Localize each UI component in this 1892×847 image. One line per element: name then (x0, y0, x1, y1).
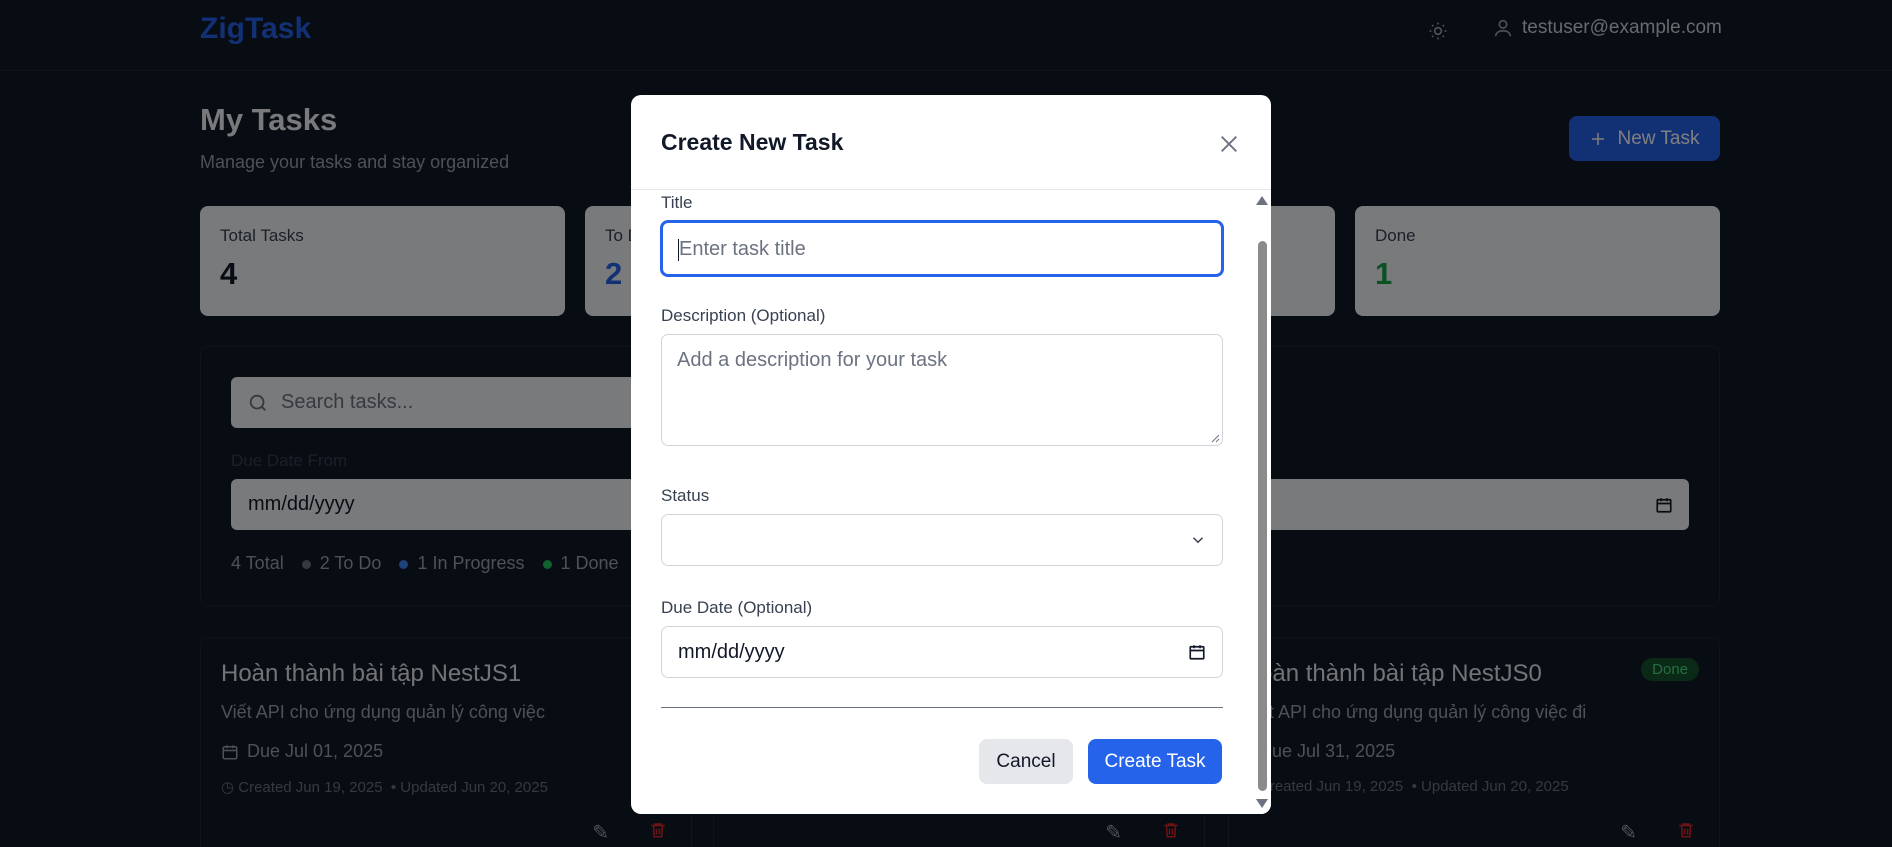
due-date-placeholder: mm/dd/yyyy (678, 640, 785, 663)
chevron-down-icon (1192, 537, 1204, 544)
resize-handle-icon[interactable] (1210, 433, 1220, 443)
due-date-input[interactable]: mm/dd/yyyy (661, 626, 1223, 678)
status-label: Status (661, 486, 710, 505)
cancel-button[interactable]: Cancel (979, 739, 1073, 784)
title-label: Title (661, 193, 693, 212)
dialog-header: Create New Task (631, 95, 1271, 190)
create-task-dialog: Create New Task Title Enter task title D… (631, 95, 1271, 814)
description-placeholder: Add a description for your task (677, 349, 948, 371)
close-button[interactable] (1214, 129, 1244, 159)
scroll-down-arrow[interactable] (1256, 799, 1268, 808)
description-label: Description (Optional) (661, 306, 826, 325)
dialog-divider (661, 707, 1223, 708)
title-input[interactable]: Enter task title (661, 221, 1223, 276)
create-task-button[interactable]: Create Task (1088, 739, 1222, 784)
title-placeholder: Enter task title (679, 238, 806, 260)
status-select[interactable] (661, 514, 1223, 566)
scrollbar-thumb[interactable] (1258, 241, 1267, 791)
due-date-label: Due Date (Optional) (661, 598, 813, 617)
dialog-title: Create New Task (661, 129, 844, 155)
close-icon (1221, 136, 1237, 152)
calendar-icon[interactable] (1188, 643, 1206, 661)
scroll-up-arrow[interactable] (1256, 196, 1268, 205)
description-textarea[interactable]: Add a description for your task (661, 334, 1223, 446)
